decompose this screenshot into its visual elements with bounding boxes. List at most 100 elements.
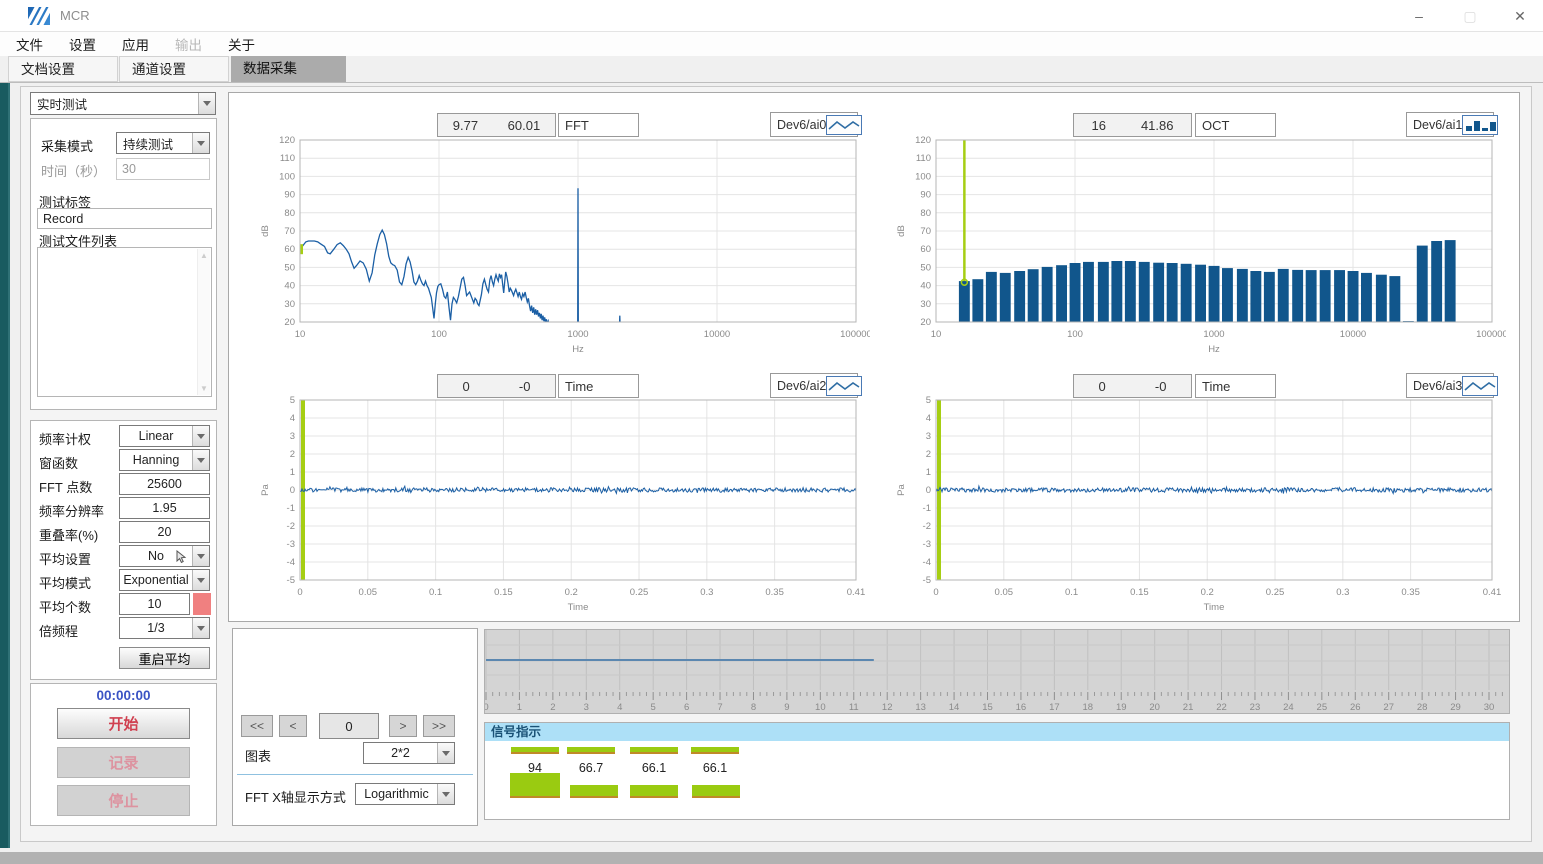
- svg-text:29: 29: [1450, 702, 1461, 713]
- svg-text:0.2: 0.2: [565, 587, 578, 598]
- setting-input[interactable]: 20: [119, 521, 210, 543]
- mouse-cursor: [176, 550, 188, 564]
- elapsed-timer: 00:00:00: [31, 688, 216, 703]
- setting-select[interactable]: Hanning: [119, 449, 210, 471]
- close-button[interactable]: ✕: [1506, 6, 1534, 26]
- setting-input[interactable]: 1.95: [119, 497, 210, 519]
- svg-text:-5: -5: [287, 575, 295, 586]
- oct-channel-box[interactable]: Dev6/ai1: [1406, 112, 1494, 137]
- chart-layout-select[interactable]: 2*2: [363, 742, 455, 764]
- svg-text:26: 26: [1350, 702, 1361, 713]
- chevron-down-icon[interactable]: [192, 450, 209, 470]
- signal-bar: [691, 747, 739, 754]
- chevron-down-icon[interactable]: [192, 546, 209, 566]
- chevron-down-icon[interactable]: [437, 784, 454, 804]
- chevron-down-icon[interactable]: [192, 133, 209, 153]
- setting-select[interactable]: Exponential: [119, 569, 210, 591]
- nav-first-button[interactable]: <<: [241, 715, 273, 737]
- app-window: MCR – ▢ ✕ 文件 设置 应用 输出 关于 文档设置 通道设置 数据采集 …: [0, 0, 1543, 864]
- signal-bar: [511, 747, 559, 754]
- tab-document-settings[interactable]: 文档设置: [8, 56, 118, 82]
- chevron-down-icon[interactable]: [192, 618, 209, 638]
- scroll-up-icon[interactable]: ▲: [200, 251, 208, 260]
- tab-channel-settings[interactable]: 通道设置: [119, 56, 229, 82]
- signal-level-meter: [630, 785, 678, 798]
- signal-value-ch2: 66.7: [567, 761, 615, 775]
- restart-average-button[interactable]: 重启平均: [119, 647, 210, 669]
- svg-text:0.25: 0.25: [630, 587, 649, 598]
- svg-text:10: 10: [815, 702, 826, 713]
- svg-text:-2: -2: [287, 521, 295, 532]
- svg-text:7: 7: [717, 702, 722, 713]
- nav-next-button[interactable]: >: [389, 715, 417, 737]
- chevron-down-icon[interactable]: [437, 743, 454, 763]
- svg-text:17: 17: [1049, 702, 1060, 713]
- setting-label: 平均个数: [39, 597, 91, 616]
- fft-xaxis-select[interactable]: Logarithmic: [355, 783, 455, 805]
- time-input: 30: [116, 158, 210, 180]
- signal-indicator-panel: 信号指示 94 66.7 66.1 66.1: [484, 722, 1510, 820]
- test-tag-input[interactable]: Record: [37, 208, 212, 229]
- record-timeline[interactable]: 0123456789101112131415161718192021222324…: [484, 629, 1510, 714]
- chevron-down-icon[interactable]: [192, 570, 209, 590]
- svg-text:Hz: Hz: [1208, 344, 1220, 355]
- title-bar: MCR – ▢ ✕: [0, 0, 1543, 32]
- display-control-panel: << < 0 > >> 图表 2*2 FFT X轴显示方式 Logarithmi…: [232, 628, 478, 826]
- svg-text:2: 2: [550, 702, 555, 713]
- svg-text:1000: 1000: [1203, 329, 1224, 340]
- nav-last-button[interactable]: >>: [423, 715, 455, 737]
- setting-input[interactable]: 25600: [119, 473, 210, 495]
- time-chart-ai3: -5-4-3-2-101234500.050.10.150.20.250.30.…: [891, 395, 1506, 615]
- fft-type-box: FFT: [558, 113, 639, 137]
- nav-index-field[interactable]: 0: [319, 713, 379, 739]
- menu-application[interactable]: 应用: [122, 34, 149, 54]
- svg-text:3: 3: [290, 431, 295, 442]
- svg-text:120: 120: [279, 135, 295, 146]
- svg-text:-4: -4: [287, 557, 295, 568]
- svg-text:25: 25: [1317, 702, 1328, 713]
- svg-text:0.1: 0.1: [429, 587, 442, 598]
- signal-level-meter: [570, 785, 618, 798]
- setting-select[interactable]: No: [119, 545, 210, 567]
- start-button[interactable]: 开始: [57, 708, 190, 739]
- nav-prev-button[interactable]: <: [279, 715, 307, 737]
- scroll-down-icon[interactable]: ▼: [200, 384, 208, 393]
- svg-text:0: 0: [926, 485, 931, 496]
- menu-about[interactable]: 关于: [228, 34, 255, 54]
- svg-text:6: 6: [684, 702, 689, 713]
- oct-type-box: OCT: [1195, 113, 1276, 137]
- tab-data-acquisition[interactable]: 数据采集: [231, 56, 346, 82]
- svg-text:18: 18: [1083, 702, 1094, 713]
- menu-settings[interactable]: 设置: [69, 34, 96, 54]
- setting-select[interactable]: 1/3: [119, 617, 210, 639]
- svg-text:0.15: 0.15: [1130, 587, 1149, 598]
- chevron-down-icon[interactable]: [198, 93, 215, 114]
- maximize-button[interactable]: ▢: [1456, 6, 1484, 26]
- svg-text:20: 20: [920, 317, 931, 328]
- setting-label: 窗函数: [39, 453, 78, 472]
- bottom-strip: [0, 852, 1543, 864]
- svg-text:100: 100: [431, 329, 447, 340]
- test-file-list[interactable]: ▲ ▼: [37, 247, 212, 397]
- svg-text:2: 2: [290, 449, 295, 460]
- svg-text:12: 12: [882, 702, 893, 713]
- menu-bar: 文件 设置 应用 输出 关于: [0, 32, 1543, 56]
- setting-input[interactable]: 10: [119, 593, 190, 615]
- svg-text:0.3: 0.3: [700, 587, 713, 598]
- svg-text:0.05: 0.05: [359, 587, 378, 598]
- fft-channel-box[interactable]: Dev6/ai0: [770, 112, 858, 137]
- minimize-button[interactable]: –: [1405, 6, 1433, 26]
- svg-text:3: 3: [584, 702, 589, 713]
- test-mode-select[interactable]: 实时测试: [30, 92, 216, 115]
- line-icon: [826, 115, 862, 135]
- svg-text:0.25: 0.25: [1266, 587, 1285, 598]
- svg-text:-4: -4: [923, 557, 931, 568]
- menu-file[interactable]: 文件: [16, 34, 43, 54]
- setting-select[interactable]: Linear: [119, 425, 210, 447]
- scrollbar[interactable]: ▲ ▼: [197, 249, 210, 395]
- svg-text:28: 28: [1417, 702, 1428, 713]
- acq-mode-select[interactable]: 持续测试: [116, 132, 210, 154]
- svg-text:15: 15: [982, 702, 993, 713]
- chevron-down-icon[interactable]: [192, 426, 209, 446]
- svg-text:0.15: 0.15: [494, 587, 513, 598]
